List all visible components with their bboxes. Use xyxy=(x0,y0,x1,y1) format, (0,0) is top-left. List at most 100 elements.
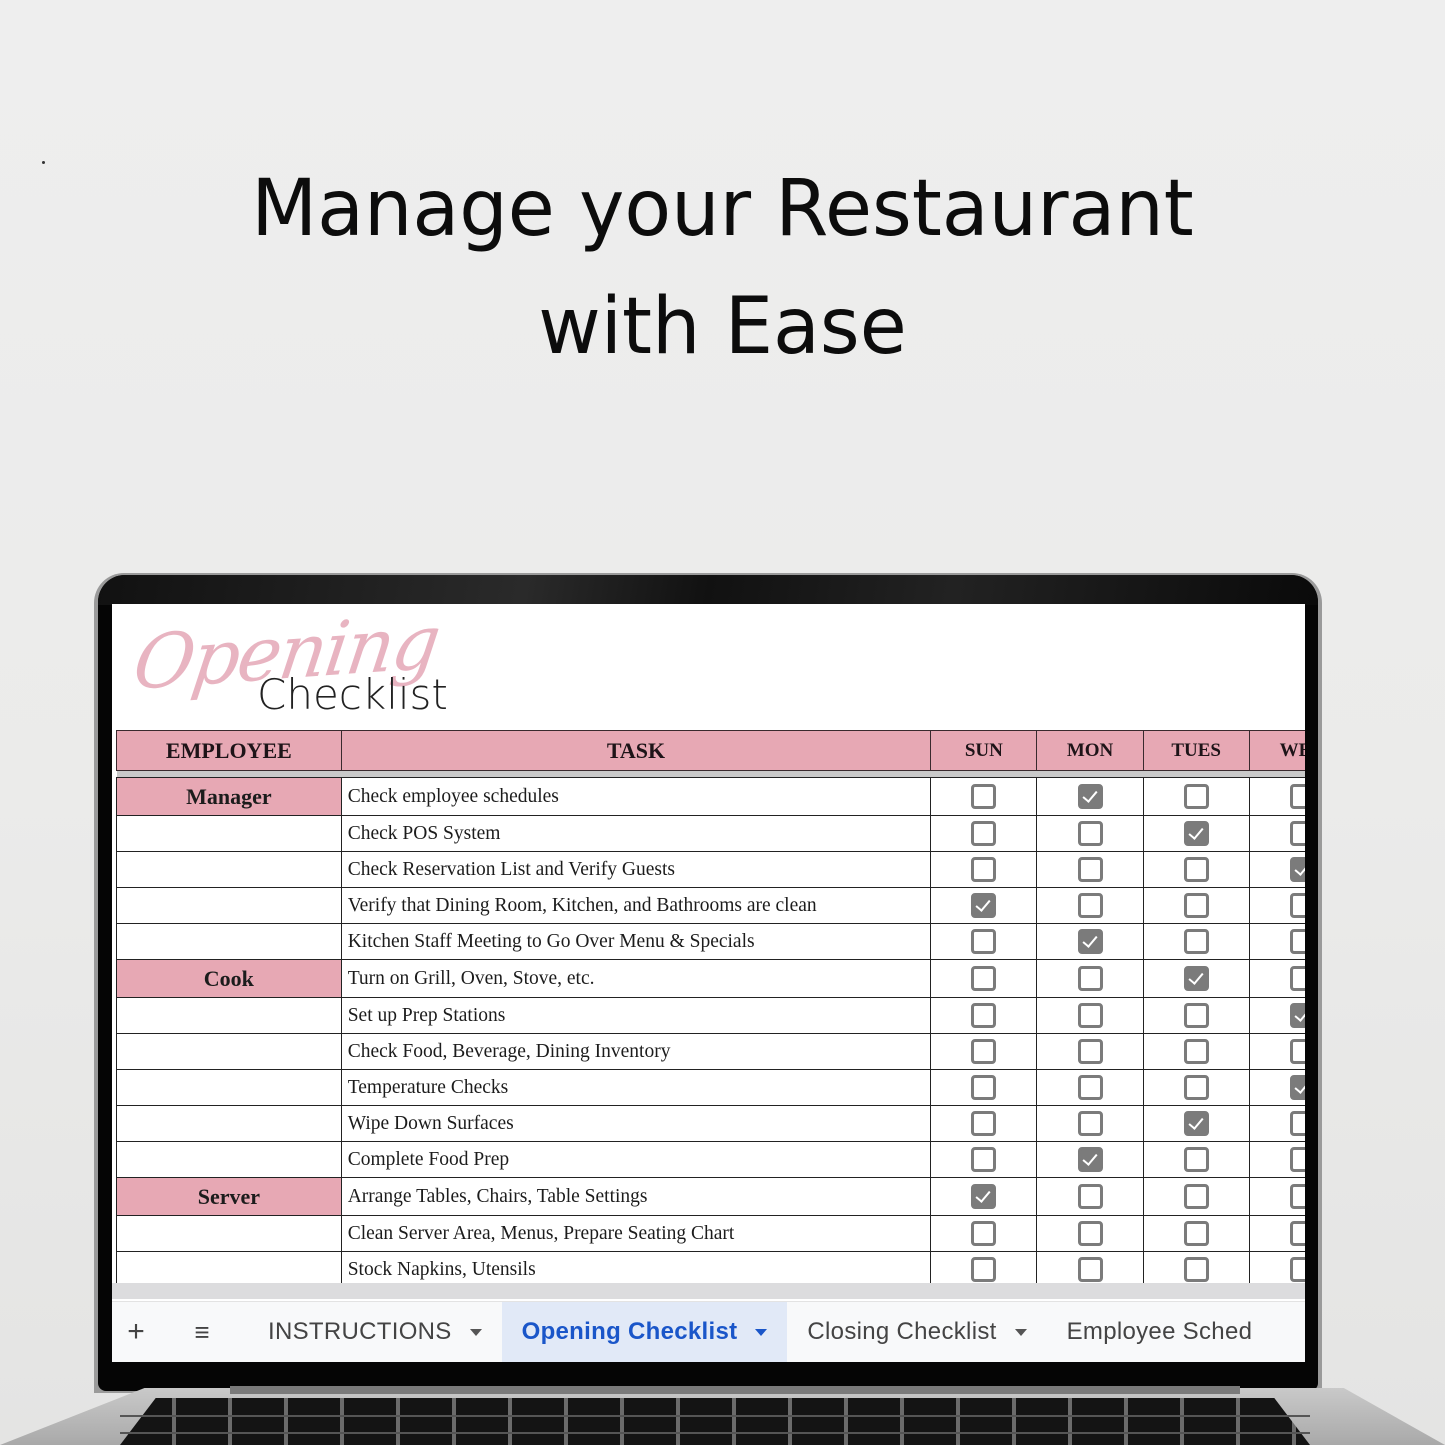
checkbox-unchecked[interactable] xyxy=(1077,1075,1103,1100)
checkbox-unchecked[interactable] xyxy=(1183,1184,1209,1209)
task-cell[interactable]: Clean Server Area, Menus, Prepare Seatin… xyxy=(340,1215,932,1252)
task-cell[interactable]: Check POS System xyxy=(340,815,932,852)
task-cell[interactable]: Wipe Down Surfaces xyxy=(340,1105,932,1142)
checkbox-unchecked[interactable] xyxy=(971,1075,997,1100)
employee-role-cell[interactable]: Manager xyxy=(116,777,342,816)
checkbox-unchecked[interactable] xyxy=(1183,1075,1209,1100)
checkbox-unchecked[interactable] xyxy=(971,1147,997,1172)
checkbox-unchecked[interactable] xyxy=(1183,929,1209,954)
add-sheet-icon[interactable]: + xyxy=(114,1315,158,1349)
caret-down-icon[interactable] xyxy=(1014,1328,1027,1336)
header-tues[interactable]: TUES xyxy=(1142,730,1250,771)
checkbox-checked[interactable] xyxy=(1077,1147,1103,1172)
header-wed[interactable]: WED xyxy=(1248,730,1305,771)
checkbox-unchecked[interactable] xyxy=(1183,1147,1209,1172)
checkbox-unchecked[interactable] xyxy=(971,857,997,882)
checkbox-checked[interactable] xyxy=(1077,929,1103,954)
checkbox-unchecked[interactable] xyxy=(1289,1039,1305,1064)
checkbox-checked[interactable] xyxy=(1077,784,1103,809)
checkbox-unchecked[interactable] xyxy=(1289,1257,1305,1282)
employee-cell[interactable] xyxy=(116,815,342,852)
checkbox-unchecked[interactable] xyxy=(1289,784,1305,809)
checkbox-unchecked[interactable] xyxy=(971,1257,997,1282)
sheet-tab-opening-checklist[interactable]: Opening Checklist xyxy=(501,1301,788,1362)
checkbox-unchecked[interactable] xyxy=(1289,1147,1305,1172)
checkbox-unchecked[interactable] xyxy=(1077,893,1103,918)
checkbox-unchecked[interactable] xyxy=(1289,929,1305,954)
checkbox-checked[interactable] xyxy=(1289,1075,1305,1100)
checkbox-unchecked[interactable] xyxy=(1077,821,1103,846)
employee-cell[interactable] xyxy=(116,1215,342,1252)
caret-down-icon[interactable] xyxy=(469,1328,482,1336)
checkbox-unchecked[interactable] xyxy=(1077,1111,1103,1136)
checkbox-checked[interactable] xyxy=(1289,1003,1305,1028)
checkbox-unchecked[interactable] xyxy=(1077,966,1103,991)
employee-role-cell[interactable]: Cook xyxy=(116,959,342,998)
sheet-tab-employee-sched[interactable]: Employee Sched xyxy=(1047,1302,1273,1363)
employee-role-cell[interactable]: Server xyxy=(116,1177,342,1216)
employee-cell[interactable] xyxy=(116,1069,342,1106)
header-sun[interactable]: SUN xyxy=(930,730,1038,771)
employee-cell[interactable] xyxy=(116,1141,342,1178)
employee-cell[interactable] xyxy=(116,923,342,960)
employee-cell[interactable] xyxy=(116,997,342,1034)
checkbox-unchecked[interactable] xyxy=(1289,966,1305,991)
checkbox-unchecked[interactable] xyxy=(1183,857,1209,882)
checkbox-unchecked[interactable] xyxy=(1289,821,1305,846)
checkbox-checked[interactable] xyxy=(971,893,997,918)
checkbox-unchecked[interactable] xyxy=(1289,1111,1305,1136)
task-cell[interactable]: Check employee schedules xyxy=(340,777,932,816)
checkbox-checked[interactable] xyxy=(1183,966,1209,991)
checkbox-unchecked[interactable] xyxy=(1289,1221,1305,1246)
checkbox-unchecked[interactable] xyxy=(971,821,997,846)
task-cell[interactable]: Turn on Grill, Oven, Stove, etc. xyxy=(340,959,932,998)
checkbox-unchecked[interactable] xyxy=(971,1221,997,1246)
employee-cell[interactable] xyxy=(116,851,342,888)
checkbox-unchecked[interactable] xyxy=(1183,893,1209,918)
task-cell[interactable]: Complete Food Prep xyxy=(340,1141,932,1178)
header-task[interactable]: TASK xyxy=(340,730,932,771)
employee-cell[interactable] xyxy=(116,1033,342,1070)
checkbox-unchecked[interactable] xyxy=(1183,784,1209,809)
checkbox-unchecked[interactable] xyxy=(971,966,997,991)
task-cell[interactable]: Check Reservation List and Verify Guests xyxy=(340,851,932,888)
task-row: Clean Server Area, Menus, Prepare Seatin… xyxy=(116,1215,1305,1252)
checkbox-unchecked[interactable] xyxy=(1289,1184,1305,1209)
sheet-tab-closing-checklist[interactable]: Closing Checklist xyxy=(787,1302,1046,1363)
task-cell[interactable]: Temperature Checks xyxy=(340,1069,932,1106)
checkbox-unchecked[interactable] xyxy=(971,929,997,954)
checkbox-unchecked[interactable] xyxy=(971,784,997,809)
checkbox-unchecked[interactable] xyxy=(1077,1003,1103,1028)
task-cell[interactable]: Check Food, Beverage, Dining Inventory xyxy=(340,1033,932,1070)
checkbox-checked[interactable] xyxy=(971,1184,997,1209)
task-cell[interactable]: Arrange Tables, Chairs, Table Settings xyxy=(340,1177,932,1216)
checkbox-unchecked[interactable] xyxy=(1183,1221,1209,1246)
checkbox-unchecked[interactable] xyxy=(1077,1257,1103,1282)
caret-down-icon[interactable] xyxy=(755,1328,768,1336)
checkbox-unchecked[interactable] xyxy=(1077,1184,1103,1209)
task-cell[interactable]: Kitchen Staff Meeting to Go Over Menu & … xyxy=(340,923,932,960)
checkbox-unchecked[interactable] xyxy=(971,1003,997,1028)
task-cell[interactable]: Set up Prep Stations xyxy=(340,997,932,1034)
checkbox-checked[interactable] xyxy=(1183,1111,1209,1136)
checkbox-unchecked[interactable] xyxy=(1289,893,1305,918)
checkbox-unchecked[interactable] xyxy=(1077,1221,1103,1246)
checkbox-unchecked[interactable] xyxy=(1183,1257,1209,1282)
checkbox-unchecked[interactable] xyxy=(1183,1003,1209,1028)
checkbox-checked[interactable] xyxy=(1183,821,1209,846)
header-employee[interactable]: EMPLOYEE xyxy=(116,730,342,771)
checkbox-unchecked[interactable] xyxy=(1077,1039,1103,1064)
horizontal-scrollbar[interactable] xyxy=(112,1283,1305,1299)
checkbox-checked[interactable] xyxy=(1289,857,1305,882)
employee-cell[interactable] xyxy=(116,887,342,924)
checkbox-unchecked[interactable] xyxy=(971,1111,997,1136)
employee-cell[interactable] xyxy=(116,1105,342,1142)
task-cell[interactable]: Verify that Dining Room, Kitchen, and Ba… xyxy=(340,887,932,924)
sheet-tab-instructions[interactable]: INSTRUCTIONS xyxy=(248,1302,502,1363)
checkbox-unchecked[interactable] xyxy=(971,1039,997,1064)
header-mon[interactable]: MON xyxy=(1036,730,1144,771)
checkbox-unchecked[interactable] xyxy=(1183,1039,1209,1064)
checkbox-unchecked[interactable] xyxy=(1077,857,1103,882)
all-sheets-menu-icon[interactable]: ≡ xyxy=(180,1317,224,1348)
day-cell-sun xyxy=(930,1141,1038,1178)
